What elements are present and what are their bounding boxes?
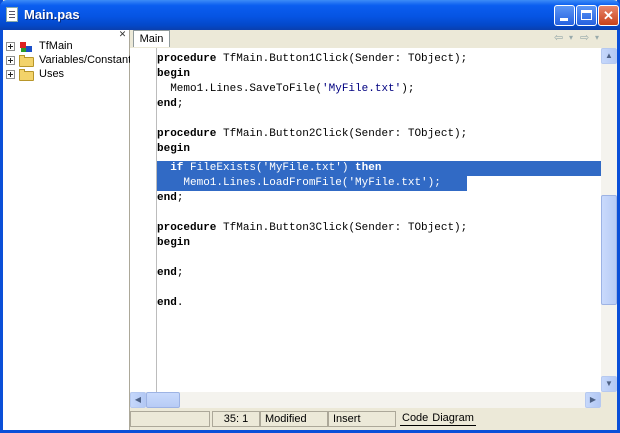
minimize-button[interactable] xyxy=(554,5,575,26)
code-line: procedure TfMain.Button2Click(Sender: TO… xyxy=(157,128,468,140)
forward-dropdown-icon[interactable]: ▾ xyxy=(595,31,599,45)
expand-icon[interactable] xyxy=(6,70,15,79)
close-icon: ✕ xyxy=(603,8,614,23)
tab-code[interactable]: Code xyxy=(400,411,431,426)
class-icon xyxy=(19,41,34,53)
code-line: end. xyxy=(157,297,184,309)
horizontal-scrollbar[interactable]: ◀ ▶ xyxy=(130,392,601,408)
tree-item-label: TfMain xyxy=(39,40,73,52)
code-line: end; xyxy=(157,192,184,204)
status-bar: 35: 1 Modified Insert Code Diagram xyxy=(130,408,617,430)
code-editor[interactable]: procedure TfMain.Button1Click(Sender: TO… xyxy=(130,48,601,392)
vertical-scrollbar[interactable]: ▲ ▼ xyxy=(601,48,617,392)
back-icon[interactable]: ⇦ xyxy=(554,31,563,45)
view-tabs: Code Diagram xyxy=(400,411,476,427)
close-button[interactable]: ✕ xyxy=(598,5,619,26)
document-icon xyxy=(6,7,18,22)
scroll-up-icon[interactable]: ▲ xyxy=(601,48,617,64)
code-line: begin xyxy=(157,143,191,155)
scroll-left-icon[interactable]: ◀ xyxy=(130,392,146,408)
code-line: procedure TfMain.Button1Click(Sender: TO… xyxy=(157,53,468,65)
structure-tree-panel: ✕ TfMain Variables/Constants Uses xyxy=(3,30,137,430)
vertical-scroll-thumb[interactable] xyxy=(601,195,617,305)
code-line: begin xyxy=(157,237,191,249)
scroll-down-icon[interactable]: ▼ xyxy=(601,376,617,392)
editor-tab-bar: Main ⇦ ▾ ⇨ ▾ xyxy=(130,30,617,49)
tree-item-label: Uses xyxy=(39,68,65,80)
tab-diagram[interactable]: Diagram xyxy=(430,411,476,426)
expand-icon[interactable] xyxy=(6,42,15,51)
window-title: Main.pas xyxy=(24,7,80,22)
code-line-selected: if FileExists('MyFile.txt') then xyxy=(157,161,382,176)
maximize-icon xyxy=(581,10,592,20)
forward-icon[interactable]: ⇨ xyxy=(580,31,589,45)
status-pane-empty xyxy=(130,411,210,427)
insert-mode-indicator: Insert xyxy=(328,411,396,427)
scrollbar-corner xyxy=(601,392,617,408)
tree-item-label: Variables/Constants xyxy=(39,54,137,66)
code-line: procedure TfMain.Button3Click(Sender: TO… xyxy=(157,222,468,234)
editor-gutter[interactable] xyxy=(130,48,157,392)
code-line: begin xyxy=(157,68,191,80)
expand-icon[interactable] xyxy=(6,56,15,65)
code-line: end; xyxy=(157,98,184,110)
scroll-right-icon[interactable]: ▶ xyxy=(585,392,601,408)
back-dropdown-icon[interactable]: ▾ xyxy=(569,31,573,45)
code-line: end; xyxy=(157,267,184,279)
code-line-selected: Memo1.Lines.LoadFromFile('MyFile.txt'); xyxy=(157,177,441,189)
horizontal-scroll-thumb[interactable] xyxy=(146,392,180,408)
minimize-icon xyxy=(560,18,568,21)
folder-icon xyxy=(19,55,34,67)
title-bar[interactable]: Main.pas ✕ xyxy=(0,0,620,30)
panel-close-icon[interactable]: ✕ xyxy=(118,30,127,39)
modified-indicator: Modified xyxy=(260,411,328,427)
code-line: Memo1.Lines.SaveToFile('MyFile.txt'); xyxy=(157,83,415,95)
maximize-button[interactable] xyxy=(576,5,597,26)
tab-main[interactable]: Main xyxy=(133,30,170,47)
folder-icon xyxy=(19,69,34,81)
cursor-position: 35: 1 xyxy=(212,411,260,427)
